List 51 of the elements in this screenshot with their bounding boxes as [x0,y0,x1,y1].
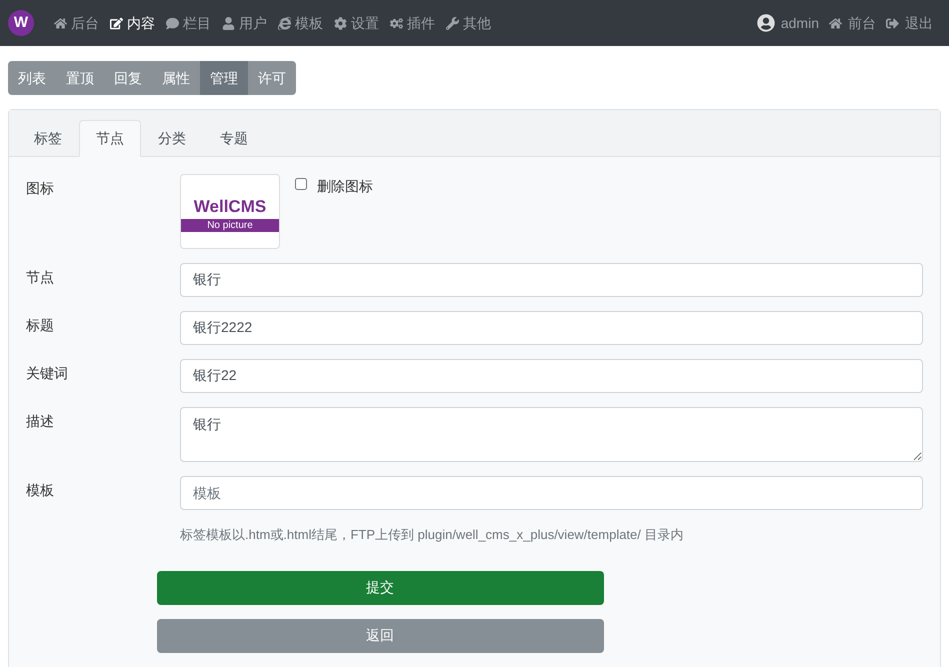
field-label: 节点 [26,268,55,287]
submit-button[interactable]: 提交 [156,570,604,604]
brand-text: WellCMS [192,197,268,217]
input-field[interactable]: 模板 [180,476,923,510]
nav-link[interactable]: 模板 [278,12,323,34]
tab[interactable]: 专题 [203,120,265,157]
user-icon [222,16,235,30]
tab[interactable]: 节点 [79,120,141,157]
wrench-icon [446,16,459,30]
nav-link[interactable]: 退出 [886,12,933,34]
field-label: 关键词 [26,364,69,383]
pencil-icon [110,16,123,30]
nav-link[interactable]: 其他 [446,12,491,34]
speech-bubble-icon [166,16,179,30]
avatar-icon [756,14,775,32]
subnav-button[interactable]: 回复 [104,61,152,95]
back-button[interactable]: 返回 [156,618,604,652]
checkbox[interactable] [295,178,307,190]
subnav-button[interactable]: 列表 [8,61,56,95]
nav-link[interactable]: 插件 [390,12,435,34]
nav-link[interactable]: 用户 [222,12,267,34]
nav-link[interactable]: 内容 [110,12,155,34]
home-icon [829,16,842,30]
input-field[interactable]: 银行22 [180,359,923,393]
subnav-button[interactable]: 属性 [152,61,200,95]
textarea-field[interactable]: 银行 [180,407,923,462]
sign-out-icon [886,16,899,30]
input-field[interactable]: 银行2222 [180,311,923,345]
subnav-button[interactable]: 许可 [248,61,296,95]
nav-link[interactable]: 栏目 [166,12,211,34]
field-label: 图标 [26,179,55,198]
logo[interactable]: W [8,10,34,36]
subnav-button[interactable]: 管理 [200,61,248,95]
tab[interactable]: 分类 [141,120,203,157]
settings-icon [334,16,347,30]
nav-link[interactable]: 设置 [334,12,379,34]
hint-text: 标签模板以.htm或.html结尾，FTP上传到 plugin/well_cms_x_plus/view/template/ 目录内 [180,526,685,544]
nav-link[interactable]: 后台 [54,12,99,34]
gears-icon [390,16,403,30]
caption-text: No picture [181,219,279,232]
field-label: 描述 [26,412,55,431]
field-label: 模板 [26,481,55,500]
nav-link[interactable]: 前台 [829,12,876,34]
tab[interactable]: 标签 [17,120,79,157]
browser-icon [278,16,291,30]
user-menu[interactable]: admin [756,12,819,34]
subnav-button[interactable]: 置顶 [56,61,104,95]
input-field[interactable]: 银行 [180,263,923,297]
home-icon [54,16,67,30]
field-label: 标题 [26,316,55,335]
checkbox-label: 删除图标 [317,177,373,196]
